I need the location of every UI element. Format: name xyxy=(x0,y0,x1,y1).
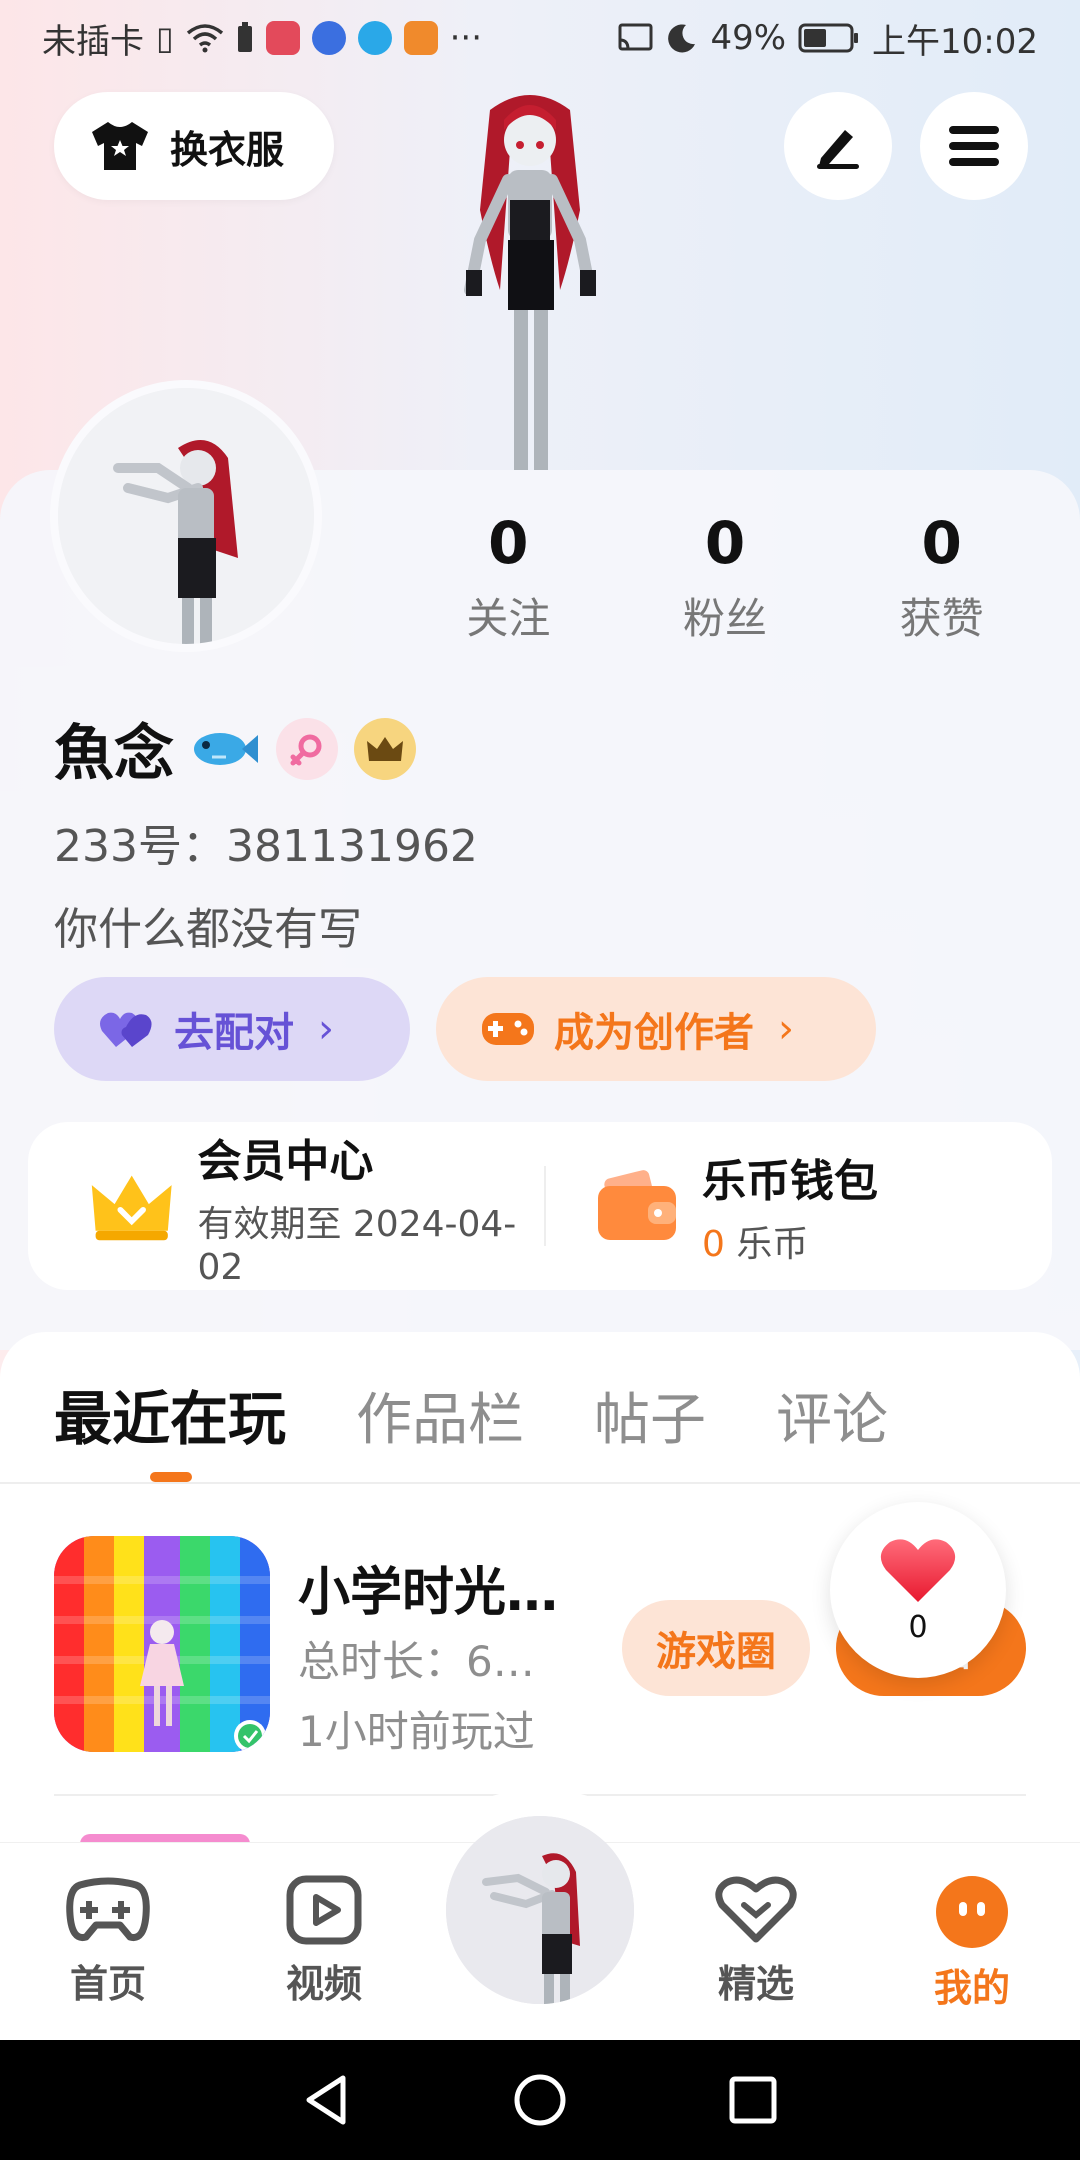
avatar-figure xyxy=(446,1816,634,2004)
match-button[interactable]: 去配对 › xyxy=(54,977,410,1081)
double-heart-icon xyxy=(100,1012,152,1047)
wifi-icon xyxy=(186,24,223,53)
active-tab-indicator xyxy=(150,1472,192,1482)
do-not-disturb-moon-icon xyxy=(668,24,696,53)
following-label: 关注 xyxy=(466,594,551,643)
game-thumbnail[interactable] xyxy=(54,1536,270,1752)
back-icon[interactable] xyxy=(299,2072,355,2128)
status-left: 未插卡 ▯ ··· xyxy=(42,14,482,63)
tab-posts[interactable]: 帖子 xyxy=(594,1375,706,1456)
center-avatar-button[interactable] xyxy=(446,1816,634,2004)
system-navigation-bar xyxy=(0,2040,1080,2160)
recents-icon[interactable] xyxy=(725,2072,781,2128)
menu-button[interactable] xyxy=(920,92,1028,200)
nav-featured-label: 精选 xyxy=(717,1962,794,2006)
followers-label: 粉丝 xyxy=(683,594,768,643)
nav-home[interactable]: 首页 xyxy=(38,1875,178,2008)
status-bar: 未插卡 ▯ ··· 49% 上午10:02 xyxy=(0,0,1080,76)
user-id[interactable]: 233号：381131962 xyxy=(54,810,478,874)
app-music-icon xyxy=(311,21,346,55)
status-right: 49% 上午10:02 xyxy=(616,14,1038,63)
avatar-character-figure[interactable] xyxy=(420,90,640,470)
nav-home-label: 首页 xyxy=(69,1962,146,2006)
heart-icon xyxy=(880,1538,956,1602)
become-creator-button[interactable]: 成为创作者 › xyxy=(436,977,876,1081)
nav-me[interactable]: 我的 xyxy=(902,1875,1042,2012)
wallet-icon xyxy=(598,1170,676,1240)
gamepad-icon xyxy=(482,1013,534,1045)
nav-video[interactable]: 视频 xyxy=(254,1875,394,2008)
profile-tabs: 最近在玩 作品栏 帖子 评论 xyxy=(54,1372,888,1456)
stat-likes[interactable]: 0 获赞 xyxy=(833,505,1050,646)
tabs-divider xyxy=(0,1482,1080,1484)
battery-percent: 49% xyxy=(710,18,787,58)
home-icon[interactable] xyxy=(512,2072,568,2128)
avatar-figure xyxy=(58,388,314,644)
game-duration: 总时长：6… xyxy=(298,1637,535,1686)
fish-icon xyxy=(194,732,258,765)
nav-featured[interactable]: 精选 xyxy=(686,1875,826,2008)
tab-recent-played[interactable]: 最近在玩 xyxy=(54,1372,286,1456)
game-circle-button[interactable]: 游戏圈 xyxy=(622,1600,810,1696)
crown-icon xyxy=(91,1175,172,1241)
member-wallet-card: 会员中心 有效期至 2024-04-02 乐币钱包 0 乐币 xyxy=(28,1122,1052,1290)
video-icon xyxy=(286,1875,362,1945)
more-notifications: ··· xyxy=(449,18,483,58)
wallet-entry[interactable]: 乐币钱包 0 乐币 xyxy=(546,1122,1052,1290)
like-count: 0 xyxy=(908,1609,928,1645)
profile-stats: 0 关注 0 粉丝 0 获赞 xyxy=(400,505,1050,646)
member-center-entry[interactable]: 会员中心 有效期至 2024-04-02 xyxy=(28,1122,544,1290)
game-title: 小学时光… xyxy=(298,1563,559,1623)
app-browser-icon xyxy=(357,21,392,55)
heart-icon xyxy=(715,1876,797,1943)
clock: 上午10:02 xyxy=(872,21,1038,62)
game-last-played: 1小时前玩过 xyxy=(298,1707,535,1756)
app-book-icon xyxy=(265,21,300,55)
following-count: 0 xyxy=(488,509,529,577)
wallet-unit: 乐币 xyxy=(736,1224,809,1265)
nav-video-label: 视频 xyxy=(285,1962,362,2006)
app-video-icon xyxy=(403,21,438,55)
wallet-amount: 0 xyxy=(702,1224,725,1265)
edit-profile-button[interactable] xyxy=(784,92,892,200)
match-label: 去配对 xyxy=(174,1010,294,1056)
profile-face-icon xyxy=(936,1876,1008,1948)
shirt-icon xyxy=(92,122,148,170)
pen-icon xyxy=(817,130,859,169)
change-outfit-label: 换衣服 xyxy=(170,127,285,172)
member-title: 会员中心 xyxy=(197,1135,374,1187)
wallet-text: 乐币钱包 0 乐币 xyxy=(702,1145,878,1267)
sim-icon: ▯ xyxy=(156,19,174,57)
battery-saver-icon xyxy=(237,22,252,52)
member-expiry: 有效期至 2024-04-02 xyxy=(197,1203,517,1288)
avatar[interactable] xyxy=(50,380,322,652)
crown-badge-icon[interactable] xyxy=(354,717,416,780)
gamepad-icon xyxy=(66,1877,150,1941)
change-outfit-button[interactable]: 换衣服 xyxy=(54,92,334,200)
name-row: 魚念 xyxy=(54,705,416,792)
member-text: 会员中心 有效期至 2024-04-02 xyxy=(197,1125,544,1288)
carrier-text: 未插卡 xyxy=(42,21,144,62)
like-bubble[interactable]: 0 xyxy=(830,1502,1006,1678)
wallet-balance: 0 乐币 xyxy=(702,1215,878,1267)
cast-icon xyxy=(618,23,653,51)
stat-followers[interactable]: 0 粉丝 xyxy=(617,505,834,646)
likes-count: 0 xyxy=(921,509,962,577)
nav-me-label: 我的 xyxy=(933,1966,1010,2010)
become-creator-label: 成为创作者 xyxy=(554,1010,754,1056)
battery-icon xyxy=(798,23,859,53)
menu-icon xyxy=(949,126,999,166)
tab-works[interactable]: 作品栏 xyxy=(356,1375,524,1456)
wallet-title: 乐币钱包 xyxy=(702,1156,878,1207)
user-bio[interactable]: 你什么都没有写 xyxy=(54,893,362,957)
likes-label: 获赞 xyxy=(899,594,984,643)
stat-following[interactable]: 0 关注 xyxy=(400,505,617,646)
chevron-right-icon: › xyxy=(318,1006,334,1052)
gender-female-icon xyxy=(276,717,338,780)
tab-comments[interactable]: 评论 xyxy=(776,1375,888,1456)
followers-count: 0 xyxy=(704,509,746,577)
chevron-right-icon: › xyxy=(778,1006,794,1052)
username: 魚念 xyxy=(54,719,174,789)
